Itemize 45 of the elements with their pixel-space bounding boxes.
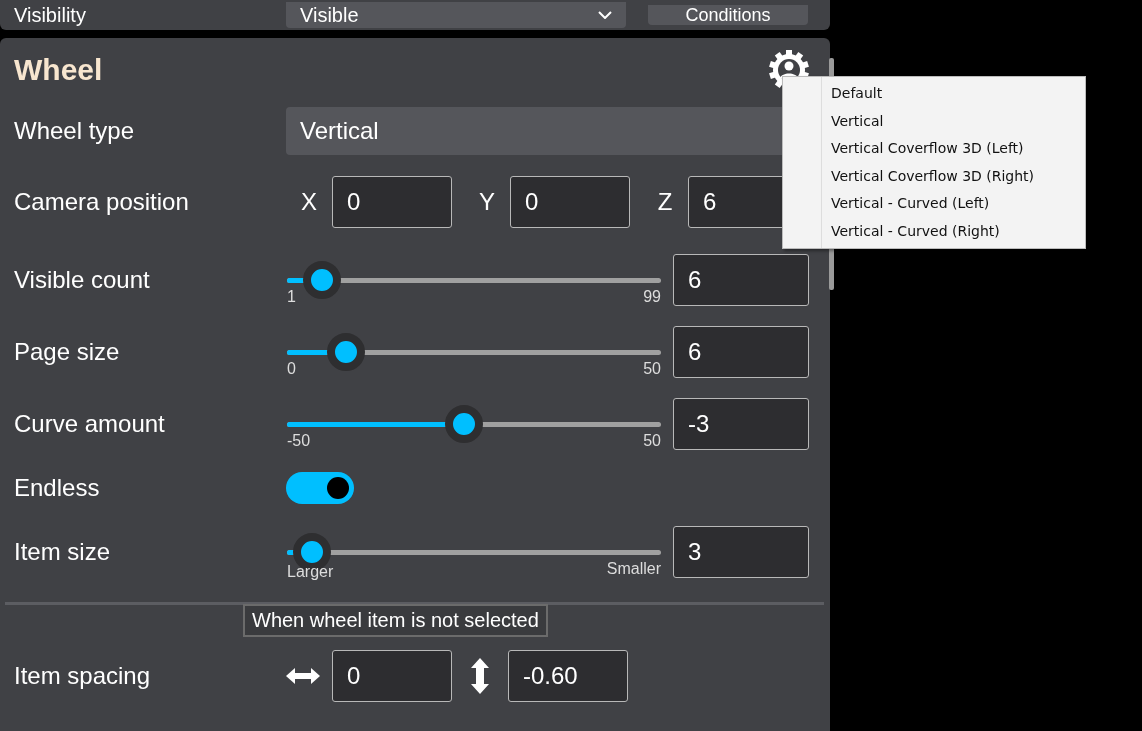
menu-item[interactable]: Vertical - Curved (Left) bbox=[822, 190, 1085, 218]
menu-item[interactable]: Vertical Coverflow 3D (Left) bbox=[822, 135, 1085, 163]
axis-label: Y bbox=[478, 188, 496, 216]
slider-thumb[interactable] bbox=[303, 261, 342, 299]
input-field[interactable]: 0 bbox=[510, 176, 630, 228]
menu-item[interactable]: Vertical Coverflow 3D (Right) bbox=[822, 162, 1085, 190]
input-field[interactable]: 3 bbox=[673, 526, 809, 578]
field-label: Visible count bbox=[14, 266, 151, 294]
axis-label: Z bbox=[656, 188, 674, 216]
chevron-icon bbox=[598, 11, 612, 19]
input-field[interactable]: -3 bbox=[673, 398, 809, 450]
axis-label: X bbox=[300, 188, 318, 216]
field-label: Page size bbox=[14, 338, 121, 366]
input-field[interactable]: 0 bbox=[332, 176, 452, 228]
slider-max-label: Smaller bbox=[606, 560, 661, 578]
slider-thumb[interactable] bbox=[444, 405, 483, 443]
menu-item[interactable]: Default bbox=[822, 80, 1085, 108]
slider-min-label: 1 bbox=[287, 288, 296, 306]
field-label: Visibility bbox=[14, 3, 87, 27]
field-label: Wheel type bbox=[14, 117, 136, 145]
input-field[interactable]: 6 bbox=[673, 254, 809, 306]
tooltip: When wheel item is not selected bbox=[243, 604, 548, 637]
input-field[interactable]: -0.60 bbox=[508, 650, 628, 702]
slider-max-label: 99 bbox=[643, 288, 661, 306]
section-title: Wheel bbox=[14, 53, 103, 87]
visibility-dropdown[interactable]: Visible bbox=[286, 2, 626, 28]
slider-thumb[interactable] bbox=[326, 333, 365, 371]
slider-min-label: -50 bbox=[287, 432, 311, 450]
slider-min-label: 0 bbox=[287, 360, 296, 378]
field-label: Camera position bbox=[14, 188, 190, 216]
vertical-arrows-icon bbox=[470, 658, 490, 694]
menu-item[interactable]: Vertical bbox=[822, 107, 1085, 135]
field-label: Endless bbox=[14, 474, 101, 502]
field-label: Item size bbox=[14, 538, 112, 566]
input-field[interactable]: 6 bbox=[673, 326, 809, 378]
slider-max-label: 50 bbox=[643, 360, 661, 378]
slider-min-label: Larger bbox=[287, 563, 334, 581]
horizontal-arrows-icon bbox=[286, 666, 320, 686]
conditions-button[interactable]: Conditions bbox=[648, 5, 808, 25]
field-label: Curve amount bbox=[14, 410, 166, 438]
menu-item[interactable]: Vertical - Curved (Right) bbox=[822, 217, 1085, 245]
input-field[interactable]: 0 bbox=[332, 650, 452, 702]
slider-max-label: 50 bbox=[643, 432, 661, 450]
field-label: Item spacing bbox=[14, 662, 152, 690]
toggle-switch[interactable] bbox=[286, 472, 354, 504]
